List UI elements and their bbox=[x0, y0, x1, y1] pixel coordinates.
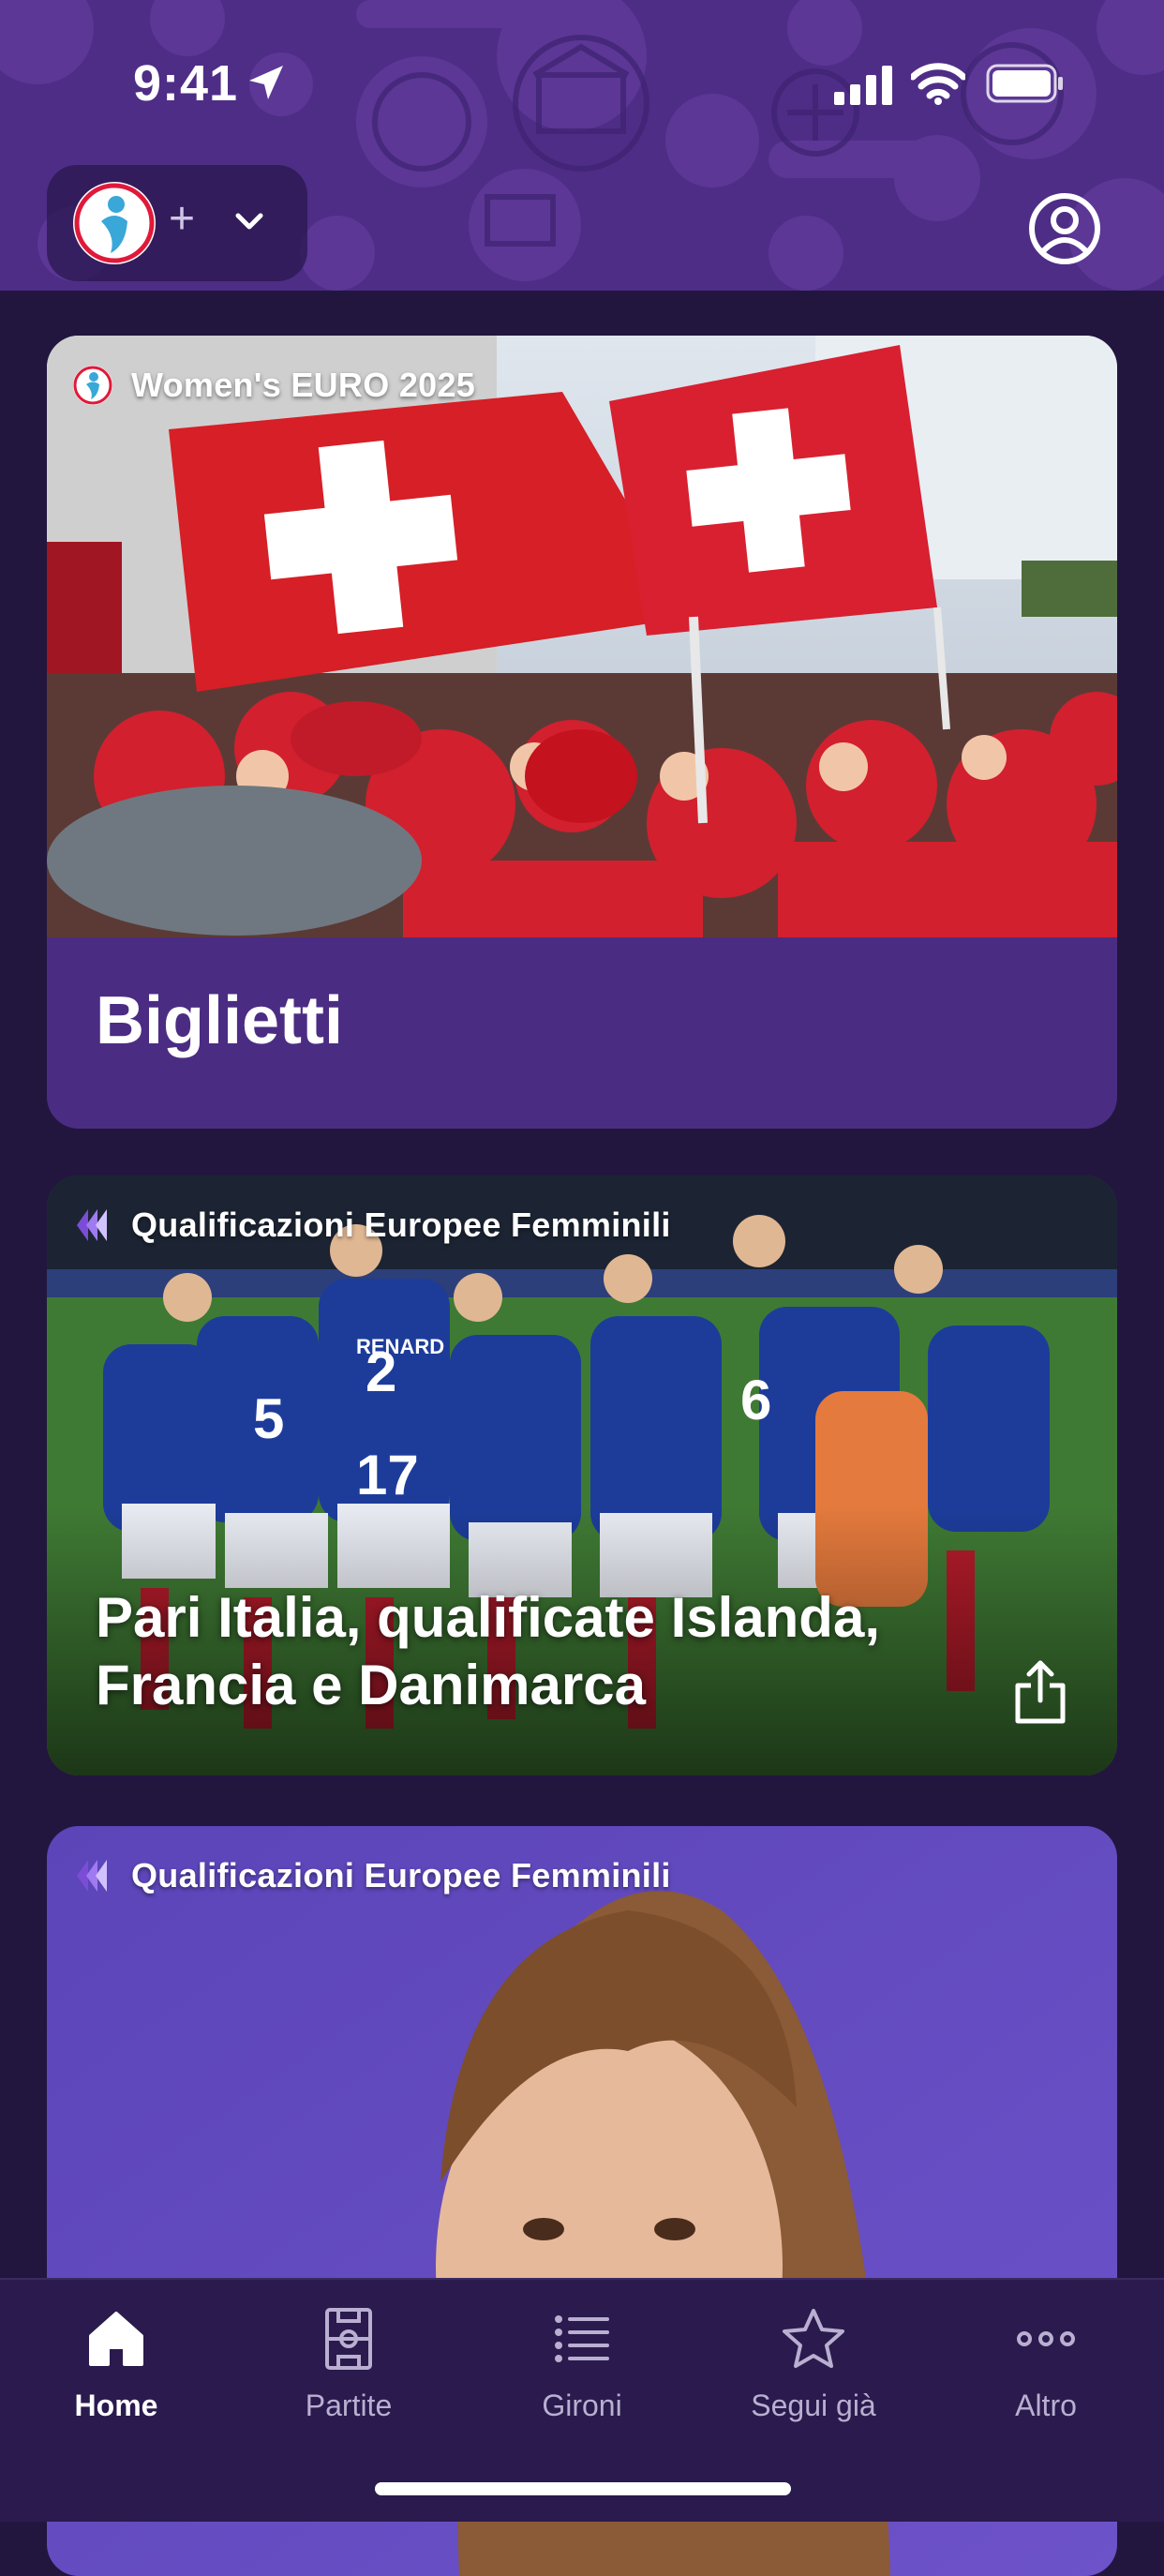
qualifiers-logo bbox=[77, 1209, 107, 1241]
swiss-fans-flags-photo bbox=[47, 336, 1117, 937]
location-arrow-icon bbox=[249, 66, 283, 99]
chevron-down-icon bbox=[235, 213, 263, 230]
app-header: 9:41 + bbox=[0, 0, 1164, 291]
tab-gironi[interactable]: Gironi bbox=[488, 2306, 676, 2437]
card-title: Biglietti bbox=[96, 983, 343, 1058]
card-tag-label: Qualificazioni Europee Femminili bbox=[131, 1206, 671, 1244]
card-competition-tag: Qualificazioni Europee Femminili bbox=[71, 1852, 671, 1899]
card-tag-label: Women's EURO 2025 bbox=[131, 366, 476, 404]
pitch-icon bbox=[325, 2308, 372, 2370]
news-card-article[interactable]: 2 RENARD 17 6 5 Qualificazioni Europee F… bbox=[47, 1176, 1117, 1775]
list-icon bbox=[555, 2315, 609, 2362]
card-title: Pari Italia, qualificate Islanda, Franci… bbox=[96, 1586, 880, 1716]
tab-label: Partite bbox=[305, 2389, 393, 2422]
add-icon: + bbox=[169, 194, 196, 244]
profile-icon[interactable] bbox=[1027, 191, 1102, 266]
tab-label: Home bbox=[74, 2389, 158, 2422]
tab-altro[interactable]: Altro bbox=[952, 2306, 1140, 2437]
qualifiers-logo bbox=[77, 1860, 107, 1892]
more-icon bbox=[1017, 2331, 1075, 2346]
competition-switcher[interactable]: + bbox=[47, 165, 307, 281]
tab-label: Segui già bbox=[751, 2389, 876, 2422]
status-bar: 9:41 bbox=[0, 0, 1164, 169]
status-time: 9:41 bbox=[133, 55, 239, 112]
tab-label: Gironi bbox=[542, 2389, 622, 2422]
tab-partite[interactable]: Partite bbox=[255, 2306, 442, 2437]
battery-icon bbox=[986, 64, 1063, 103]
cellular-signal-icon bbox=[834, 66, 892, 105]
card-competition-tag: Qualificazioni Europee Femminili bbox=[71, 1202, 671, 1249]
card-tag-label: Qualificazioni Europee Femminili bbox=[131, 1856, 671, 1895]
card-competition-tag: Women's EURO 2025 bbox=[71, 362, 475, 409]
tab-label: Altro bbox=[1015, 2389, 1077, 2422]
tab-segui[interactable]: Segui già bbox=[720, 2306, 907, 2437]
star-icon bbox=[783, 2309, 844, 2368]
house-icon bbox=[89, 2312, 143, 2366]
womens-euro-logo bbox=[73, 366, 112, 405]
wifi-icon bbox=[911, 63, 965, 105]
tab-home[interactable]: Home bbox=[22, 2306, 210, 2437]
share-icon[interactable] bbox=[1012, 1659, 1068, 1725]
news-card-tickets[interactable]: Women's EURO 2025 Biglietti bbox=[47, 336, 1117, 1129]
womens-euro-logo bbox=[73, 182, 156, 264]
home-indicator bbox=[375, 2482, 791, 2495]
